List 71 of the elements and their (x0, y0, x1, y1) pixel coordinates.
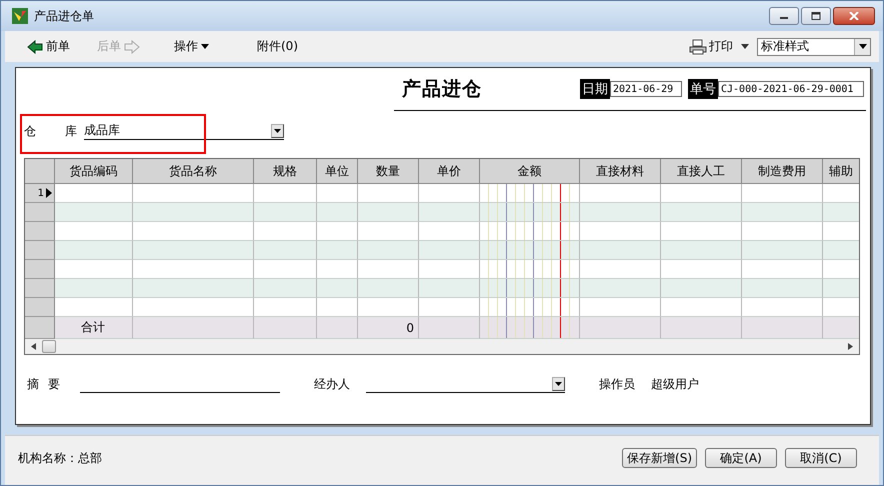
left-arrow-icon (27, 40, 43, 54)
column-header[interactable]: 金额 (480, 159, 580, 184)
operator-label: 操作员 (599, 376, 635, 393)
organization-text: 机构名称：总部 (18, 450, 102, 467)
scroll-thumb[interactable] (42, 340, 56, 353)
caret-icon (201, 44, 209, 49)
maximize-icon (811, 12, 821, 20)
table-cell (317, 203, 358, 222)
table-cell (358, 203, 419, 222)
table-cell (254, 241, 317, 260)
warehouse-label: 仓 (24, 122, 36, 140)
table-cell (419, 279, 480, 298)
print-button[interactable]: 打印 (709, 36, 733, 58)
scroll-right-icon[interactable] (848, 343, 853, 350)
column-header[interactable]: 规格 (254, 159, 317, 184)
dialog-button[interactable]: 取消(C) (785, 448, 857, 468)
caret-icon (555, 382, 562, 386)
date-label: 日期 (580, 79, 610, 99)
row-header[interactable]: 1 (25, 184, 55, 203)
column-header[interactable]: 单价 (419, 159, 480, 184)
close-icon (849, 12, 859, 20)
table-cell (358, 279, 419, 298)
current-row-icon (46, 188, 52, 198)
table-cell (317, 241, 358, 260)
dropdown-arrow-icon[interactable] (741, 44, 749, 49)
total-label: 合计 (81, 319, 105, 336)
handler-select[interactable] (366, 375, 565, 393)
table-cell (317, 279, 358, 298)
minimize-button[interactable] (769, 7, 799, 25)
table-cell (419, 241, 480, 260)
column-header[interactable]: 直接材料 (580, 159, 661, 184)
caret-icon (858, 44, 866, 49)
column-header[interactable]: 单位 (317, 159, 358, 184)
form-title: 产品进仓 (402, 77, 482, 102)
right-arrow-icon (124, 40, 140, 54)
scroll-left-icon[interactable] (31, 343, 36, 350)
column-header[interactable]: 货品编码 (55, 159, 133, 184)
previous-button[interactable]: 前单 (27, 36, 70, 58)
dialog-button[interactable]: 确定(A) (705, 448, 777, 468)
column-header[interactable]: 直接人工 (661, 159, 742, 184)
close-button[interactable] (833, 7, 875, 25)
row-header (25, 317, 55, 339)
summary-label: 摘 (27, 376, 39, 393)
app-icon (12, 8, 28, 24)
table-cell (358, 241, 419, 260)
caret-icon (274, 128, 281, 132)
window-title: 产品进仓单 (34, 8, 94, 24)
operator-name: 超级用户 (651, 376, 699, 393)
attachment-button[interactable]: 附件(0) (257, 36, 298, 58)
maximize-button[interactable] (801, 7, 831, 25)
warehouse-label: 库 (65, 122, 77, 140)
summary-label: 要 (48, 376, 60, 393)
dialog-button[interactable]: 保存新增(S) (622, 448, 697, 468)
printer-icon (689, 38, 707, 54)
number-field[interactable]: CJ-000-2021-06-29-0001 (718, 81, 864, 97)
operations-menu[interactable]: 操作 (174, 36, 209, 58)
horizontal-scrollbar[interactable] (25, 339, 859, 354)
handler-label: 经办人 (314, 376, 350, 393)
row-number: 1 (38, 188, 44, 198)
total-quantity: 0 (406, 320, 414, 334)
table-cell (254, 203, 317, 222)
template-select[interactable]: 标准样式 (757, 38, 871, 56)
number-label: 单号 (688, 79, 718, 99)
column-header[interactable]: 辅助 (823, 159, 859, 184)
table-cell (254, 279, 317, 298)
column-header[interactable]: 货品名称 (133, 159, 254, 184)
warehouse-select[interactable]: 成品库 (84, 122, 284, 140)
column-header[interactable]: 数量 (358, 159, 419, 184)
date-field[interactable]: 2021-06-29 (610, 81, 682, 97)
column-header[interactable]: 制造费用 (742, 159, 823, 184)
table-cell (419, 203, 480, 222)
